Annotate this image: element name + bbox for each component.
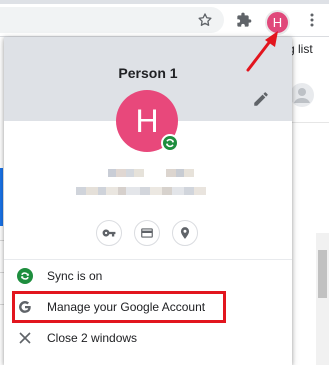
pencil-icon (254, 92, 268, 106)
close-windows-label: Close 2 windows (47, 331, 138, 345)
kebab-menu-icon[interactable] (300, 8, 324, 32)
sync-icon (17, 268, 33, 284)
close-icon (17, 330, 33, 346)
background-accent-bar (0, 168, 3, 226)
edit-profile-button[interactable] (252, 90, 270, 108)
star-icon[interactable] (193, 8, 217, 32)
addresses-button[interactable] (172, 220, 198, 246)
passwords-button[interactable] (96, 220, 122, 246)
close-windows-item[interactable]: Close 2 windows (4, 323, 292, 353)
redacted-email (76, 187, 206, 195)
arrow-annotation-icon (246, 31, 278, 72)
background-divider (292, 122, 329, 123)
sync-badge-icon (161, 134, 179, 152)
avatar-initial: H (135, 103, 159, 139)
highlight-annotation-box (12, 291, 226, 323)
location-pin-icon (180, 227, 190, 239)
background-avatar-icon (290, 83, 314, 107)
address-bar[interactable] (0, 7, 224, 33)
credit-card-icon (141, 228, 153, 238)
key-icon (102, 229, 116, 237)
sync-is-on-item[interactable]: Sync is on (4, 261, 292, 291)
payment-methods-button[interactable] (134, 220, 160, 246)
popup-divider (4, 259, 292, 260)
background-scrollbar-thumb[interactable] (318, 250, 327, 298)
redacted-name (108, 169, 194, 177)
sync-is-on-label: Sync is on (47, 269, 103, 283)
